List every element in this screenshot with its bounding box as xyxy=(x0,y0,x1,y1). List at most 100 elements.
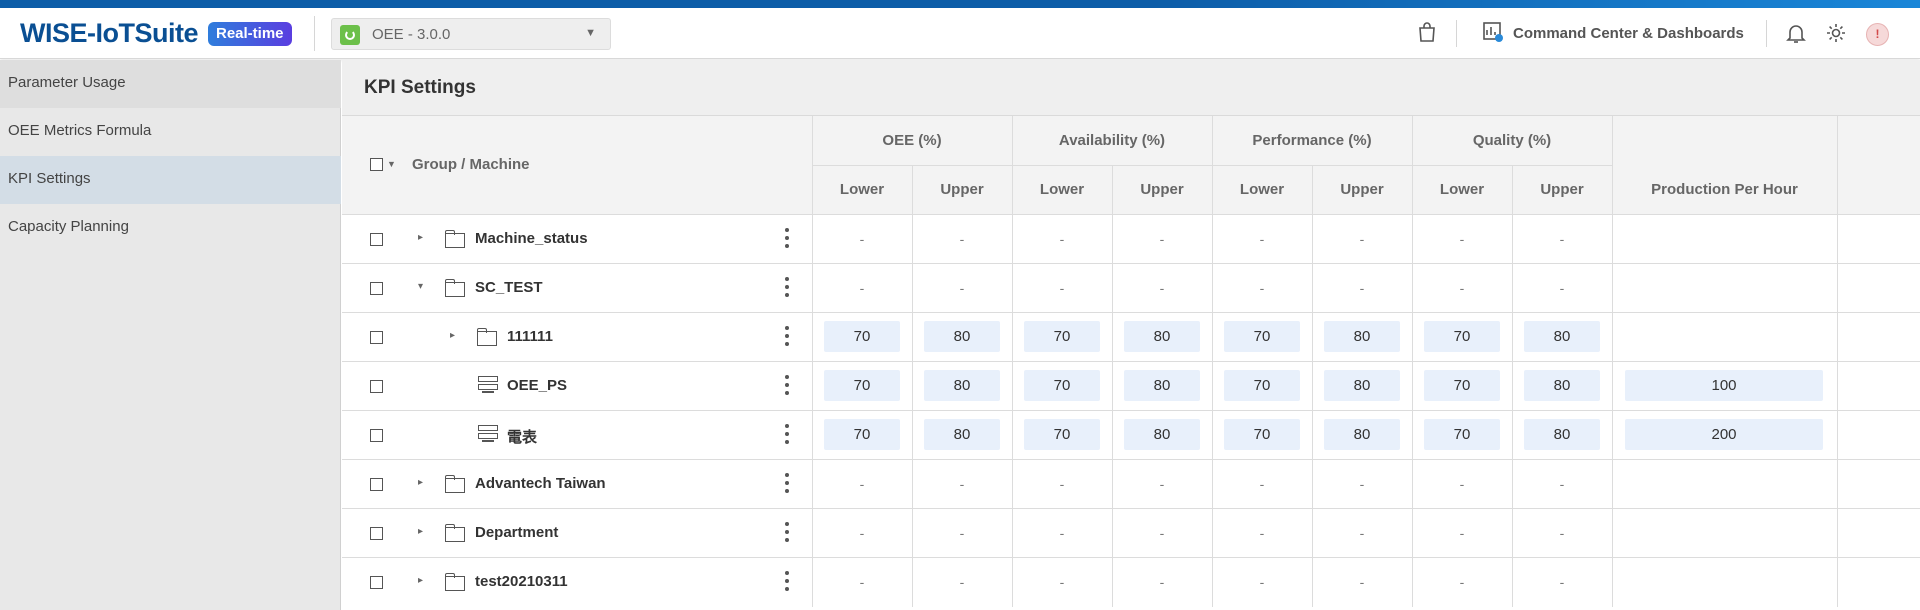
sidebar-item-kpi-settings[interactable]: KPI Settings xyxy=(0,156,341,204)
kpi-value: - xyxy=(1559,280,1565,296)
kpi-value: - xyxy=(1359,525,1365,541)
shopping-bag-icon[interactable] xyxy=(1417,21,1437,48)
collapse-icon[interactable]: ▾ xyxy=(418,281,423,292)
main-content: KPI Settings ▼ Group / Machine OEE (%) A… xyxy=(342,60,1920,610)
more-options-icon[interactable] xyxy=(785,375,789,399)
header-divider xyxy=(1766,20,1767,47)
kpi-value: - xyxy=(859,525,865,541)
sidebar-item-capacity-planning[interactable]: Capacity Planning xyxy=(0,204,341,252)
more-options-icon[interactable] xyxy=(785,473,789,497)
kpi-value: - xyxy=(1159,574,1165,590)
row-checkbox[interactable] xyxy=(370,233,383,246)
more-options-icon[interactable] xyxy=(785,228,789,252)
expand-icon[interactable]: ▸ xyxy=(418,575,423,586)
row-name[interactable]: OEE_PS xyxy=(507,377,567,394)
row-name[interactable]: test20210311 xyxy=(475,573,568,590)
row-checkbox[interactable] xyxy=(370,282,383,295)
expand-icon[interactable]: ▸ xyxy=(418,477,423,488)
chevron-down-icon[interactable]: ▼ xyxy=(387,159,396,169)
folder-icon xyxy=(445,475,465,493)
row-name[interactable]: 電表 xyxy=(507,426,537,447)
kpi-value: - xyxy=(1059,231,1065,247)
kpi-value: - xyxy=(1259,574,1265,590)
more-options-icon[interactable] xyxy=(785,277,789,301)
table-row: ▸ test20210311 - - - - - - - - xyxy=(342,557,1920,607)
kpi-value: - xyxy=(1259,525,1265,541)
kpi-value: - xyxy=(1059,525,1065,541)
kpi-value: - xyxy=(1159,231,1165,247)
more-options-icon[interactable] xyxy=(785,326,789,350)
expand-icon[interactable]: ▸ xyxy=(418,232,423,243)
kpi-value: - xyxy=(859,231,865,247)
row-name[interactable]: SC_TEST xyxy=(475,279,543,296)
kpi-value-input[interactable]: 80 xyxy=(1324,321,1400,352)
kpi-value-input[interactable]: 80 xyxy=(924,419,1000,450)
brand-logo[interactable]: WISE-IoTSuite xyxy=(20,18,199,49)
app-selector[interactable]: OEE - 3.0.0 ▼ xyxy=(331,18,611,50)
oee-header: OEE (%) xyxy=(882,132,942,149)
production-per-hour-input[interactable]: 100 xyxy=(1625,370,1823,401)
kpi-value-input[interactable]: 70 xyxy=(824,370,900,401)
oee-lower-header: Lower xyxy=(839,181,885,198)
kpi-value-input[interactable]: 70 xyxy=(824,321,900,352)
row-checkbox[interactable] xyxy=(370,527,383,540)
expand-icon[interactable]: ▸ xyxy=(450,330,455,341)
kpi-value: - xyxy=(1059,280,1065,296)
kpi-value: - xyxy=(1459,231,1465,247)
kpi-value-input[interactable]: 80 xyxy=(924,321,1000,352)
kpi-value-input[interactable]: 80 xyxy=(1524,321,1600,352)
kpi-value-input[interactable]: 70 xyxy=(1224,321,1300,352)
kpi-value-input[interactable]: 80 xyxy=(1124,370,1200,401)
row-name[interactable]: Department xyxy=(475,524,558,541)
more-options-icon[interactable] xyxy=(785,424,789,448)
row-checkbox[interactable] xyxy=(370,380,383,393)
kpi-value-input[interactable]: 70 xyxy=(1024,321,1100,352)
row-checkbox[interactable] xyxy=(370,576,383,589)
kpi-value: - xyxy=(1359,476,1365,492)
kpi-value-input[interactable]: 70 xyxy=(824,419,900,450)
kpi-value-input[interactable]: 70 xyxy=(1424,419,1500,450)
kpi-value-input[interactable]: 80 xyxy=(924,370,1000,401)
kpi-value-input[interactable]: 80 xyxy=(1524,370,1600,401)
kpi-value: - xyxy=(1159,280,1165,296)
kpi-value-input[interactable]: 70 xyxy=(1024,419,1100,450)
row-checkbox[interactable] xyxy=(370,429,383,442)
performance-header: Performance (%) xyxy=(1252,132,1372,149)
kpi-value-input[interactable]: 80 xyxy=(1324,419,1400,450)
row-checkbox[interactable] xyxy=(370,331,383,344)
sidebar-item-oee-metrics-formula[interactable]: OEE Metrics Formula xyxy=(0,108,341,156)
folder-icon xyxy=(445,279,465,297)
gear-icon[interactable] xyxy=(1825,22,1847,49)
row-checkbox[interactable] xyxy=(370,478,383,491)
user-avatar[interactable]: ! xyxy=(1866,23,1889,46)
expand-icon[interactable]: ▸ xyxy=(418,526,423,537)
kpi-value: - xyxy=(1059,476,1065,492)
row-name[interactable]: Advantech Taiwan xyxy=(475,475,606,492)
row-name[interactable]: Machine_status xyxy=(475,230,588,247)
more-options-icon[interactable] xyxy=(785,571,789,595)
kpi-value-input[interactable]: 80 xyxy=(1524,419,1600,450)
kpi-value-input[interactable]: 70 xyxy=(1424,370,1500,401)
kpi-value-input[interactable]: 70 xyxy=(1424,321,1500,352)
oee-upper-header: Upper xyxy=(940,181,984,198)
kpi-value: - xyxy=(1159,525,1165,541)
select-all-checkbox[interactable] xyxy=(370,158,383,171)
production-per-hour-input[interactable]: 200 xyxy=(1625,419,1823,450)
kpi-value-input[interactable]: 70 xyxy=(1024,370,1100,401)
folder-icon xyxy=(477,328,497,346)
more-options-icon[interactable] xyxy=(785,522,789,546)
sidebar: Parameter Usage OEE Metrics Formula KPI … xyxy=(0,60,341,610)
kpi-value: - xyxy=(1459,476,1465,492)
row-name[interactable]: 111111 xyxy=(507,328,553,345)
kpi-value-input[interactable]: 80 xyxy=(1124,419,1200,450)
bell-icon[interactable] xyxy=(1786,22,1806,49)
sidebar-item-parameter-usage[interactable]: Parameter Usage xyxy=(0,60,341,108)
command-center-link[interactable]: Command Center & Dashboards xyxy=(1513,25,1744,42)
dashboard-icon[interactable] xyxy=(1482,21,1504,48)
kpi-value-input[interactable]: 80 xyxy=(1324,370,1400,401)
kpi-value: - xyxy=(1359,280,1365,296)
kpi-value-input[interactable]: 70 xyxy=(1224,419,1300,450)
kpi-value-input[interactable]: 70 xyxy=(1224,370,1300,401)
kpi-value-input[interactable]: 80 xyxy=(1124,321,1200,352)
kpi-value: - xyxy=(959,476,965,492)
